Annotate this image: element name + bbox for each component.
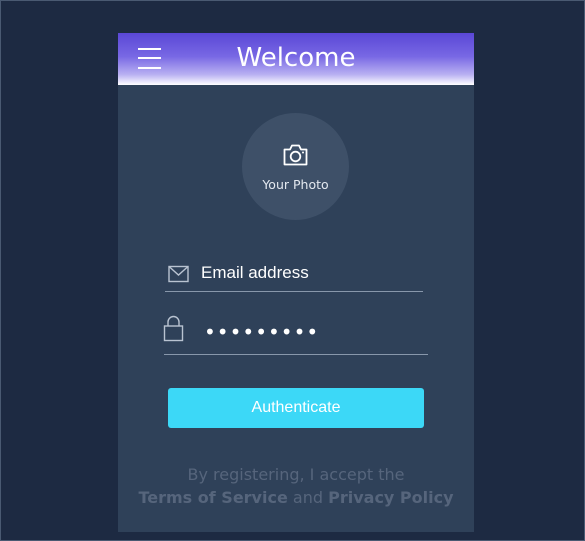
password-underline (164, 354, 428, 355)
email-underline (165, 291, 423, 292)
photo-label: Your Photo (262, 177, 329, 192)
photo-upload-button[interactable]: Your Photo (242, 113, 349, 220)
mail-icon (168, 265, 189, 283)
login-screen: Welcome Your Photo Authenticate By regis… (118, 33, 474, 532)
page-title: Welcome (236, 43, 356, 73)
password-field[interactable] (204, 320, 424, 344)
terms-of-service-link[interactable]: Terms of Service (138, 488, 287, 507)
email-field[interactable] (201, 261, 421, 285)
terms-conjunction: and (292, 488, 324, 507)
privacy-policy-link[interactable]: Privacy Policy (328, 488, 453, 507)
camera-icon (283, 144, 308, 166)
lock-icon (163, 315, 184, 342)
terms-prefix: By registering, I accept the (187, 465, 405, 484)
terms-notice: By registering, I accept the Terms of Se… (118, 463, 474, 509)
authenticate-button[interactable]: Authenticate (168, 388, 424, 428)
app-header: Welcome (118, 33, 474, 85)
